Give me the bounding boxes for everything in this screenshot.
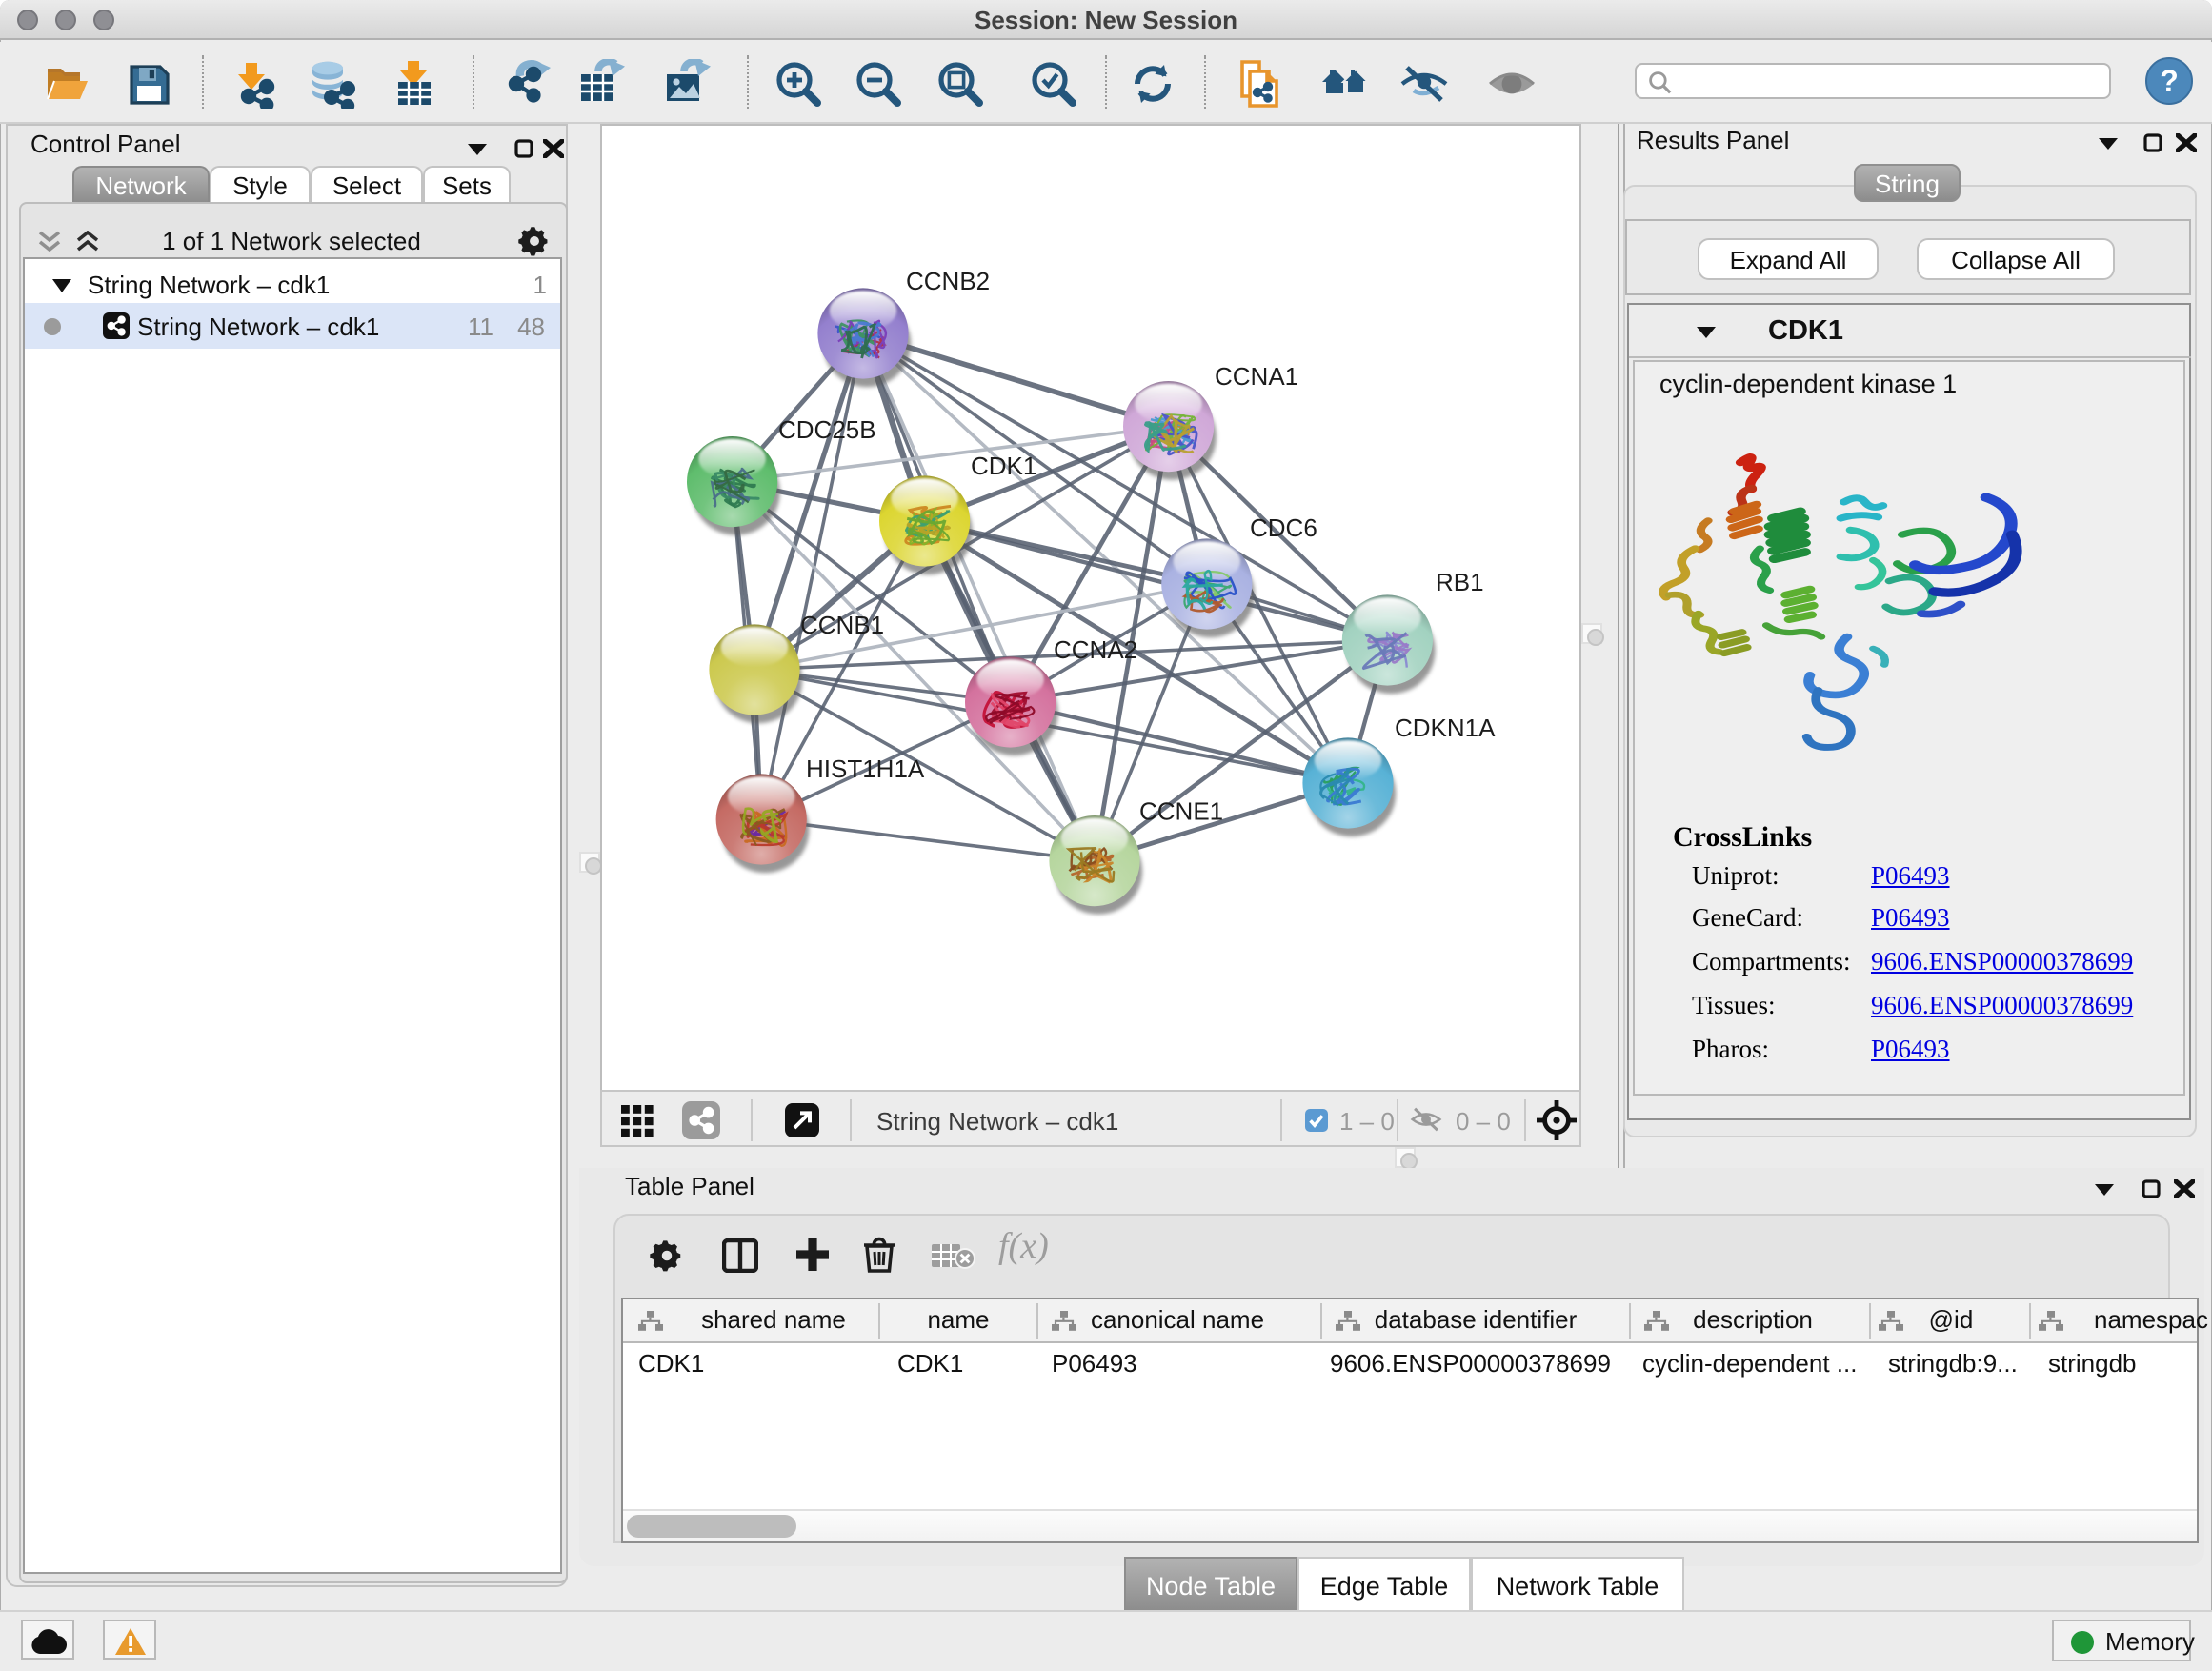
svg-text:CDK1: CDK1 [971, 452, 1036, 480]
svg-text:CCNB2: CCNB2 [906, 267, 990, 295]
svg-text:HIST1H1A: HIST1H1A [806, 755, 925, 783]
svg-text:CCNA1: CCNA1 [1215, 362, 1298, 391]
svg-text:RB1: RB1 [1436, 568, 1484, 596]
svg-text:CCNE1: CCNE1 [1139, 797, 1223, 826]
svg-text:CDC6: CDC6 [1250, 513, 1317, 542]
svg-text:?: ? [2160, 64, 2179, 98]
svg-text:CDKN1A: CDKN1A [1395, 714, 1496, 742]
svg-text:CCNB1: CCNB1 [800, 611, 884, 639]
svg-text:CCNA2: CCNA2 [1054, 635, 1137, 664]
svg-text:CDC25B: CDC25B [778, 415, 876, 444]
